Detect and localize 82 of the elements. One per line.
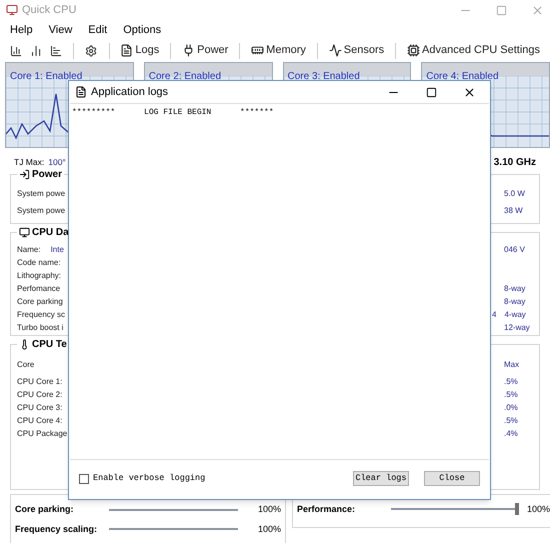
menu-item[interactable]: Help [10, 22, 33, 38]
slider-label: Core parking: [15, 503, 75, 516]
chip-icon [407, 44, 420, 57]
field-label: Name: [17, 244, 41, 256]
field-value: .4% [504, 428, 518, 440]
field-label: Core [17, 359, 34, 371]
field-value: Max [504, 359, 520, 371]
window-title: Quick CPU [22, 2, 76, 18]
close-button[interactable] [463, 86, 476, 98]
field-value: 5.0 W [504, 188, 525, 200]
field-label: CPU Package [17, 428, 68, 440]
field-label: System powe [17, 204, 66, 216]
field-label: CPU Core 4: [17, 414, 62, 426]
slider-value: 100% [258, 522, 281, 536]
field-value: 046 V [504, 244, 525, 256]
field-label: CPU Core 2: [17, 388, 62, 400]
field-label: Perfomance [17, 282, 60, 294]
slider-track[interactable] [108, 528, 238, 530]
field-label: System powe [17, 188, 66, 200]
monitor-icon [19, 227, 30, 238]
toolbar-button[interactable]: Advanced CPU Settings [407, 42, 540, 59]
app-icon [6, 4, 18, 16]
document-icon [120, 44, 134, 57]
core-label: Core 2: Enabled [148, 71, 222, 82]
dialog-button[interactable]: Clear logs [353, 471, 409, 486]
field-value: .5% [504, 388, 518, 400]
menu-item[interactable]: Edit [88, 22, 108, 38]
maximize-button[interactable] [426, 86, 437, 98]
toolbar-button[interactable]: Logs [120, 42, 160, 59]
dialog-button[interactable]: Close [424, 471, 480, 486]
log-area[interactable]: ********* LOG FILE BEGIN ******* [70, 103, 489, 460]
menu-item[interactable]: Options [123, 22, 162, 38]
field-label: TJ Max: [14, 156, 44, 168]
slider-value: 100% [527, 503, 550, 516]
field-label: Core parking [17, 296, 63, 308]
checkbox-label: Enable verbose logging [93, 472, 206, 485]
core-label: Core 4: Enabled [426, 71, 499, 82]
group-title: CPU Te [32, 338, 67, 352]
field-label: Code name: [17, 256, 61, 268]
dialog-title: Application logs [91, 84, 168, 100]
plug-icon [182, 44, 196, 57]
field-value: 38 W [504, 204, 523, 216]
group-title: CPU Da [32, 226, 69, 240]
core-label: Core 1: Enabled [10, 71, 82, 82]
field-value: 8-way [504, 282, 526, 294]
field-value: 4 [492, 308, 496, 320]
field-label: Turbo boost i [17, 322, 64, 334]
field-value: 4-way [504, 308, 526, 320]
field-value: 12-way [504, 322, 530, 334]
slider-label: Performance: [297, 503, 356, 516]
power-icon [19, 169, 30, 180]
field-value: .0% [504, 402, 518, 414]
log-text: ********* LOG FILE BEGIN ******* [72, 108, 275, 118]
bar-chart-icon[interactable] [30, 44, 42, 58]
bar-chart-icon[interactable] [50, 44, 62, 58]
field-value: .5% [504, 414, 518, 426]
slider-thumb[interactable] [515, 503, 519, 515]
settings-icon[interactable] [85, 44, 98, 58]
checkbox[interactable] [79, 474, 89, 484]
slider-value: 100% [258, 503, 281, 516]
bar-chart-icon[interactable] [10, 44, 22, 58]
field-value: Inte [50, 244, 64, 256]
field-label: CPU Core 3: [17, 402, 62, 414]
toolbar-button[interactable]: Sensors [328, 42, 384, 59]
field-value: .5% [504, 376, 518, 388]
field-label: CPU Core 1: [17, 376, 62, 388]
slider-label: Frequency scaling: [15, 522, 98, 536]
field-value: 8-way [504, 296, 526, 308]
frequency-value: 3.10 GHz [494, 156, 536, 170]
group-title: Power [32, 168, 62, 182]
slider-track[interactable] [108, 508, 238, 511]
pulse-icon [328, 44, 342, 57]
memory-icon [251, 44, 264, 57]
field-label: Frequency sc [17, 308, 66, 320]
toolbar-button[interactable]: Memory [251, 42, 306, 59]
field-value: 100° [48, 156, 66, 168]
menu-item[interactable]: View [48, 22, 72, 38]
core-label: Core 3: Enabled [288, 71, 360, 82]
field-label: Lithography: [17, 270, 62, 282]
slider-track[interactable] [391, 503, 519, 515]
toolbar-button[interactable]: Power [182, 42, 228, 59]
document-icon [75, 86, 87, 98]
